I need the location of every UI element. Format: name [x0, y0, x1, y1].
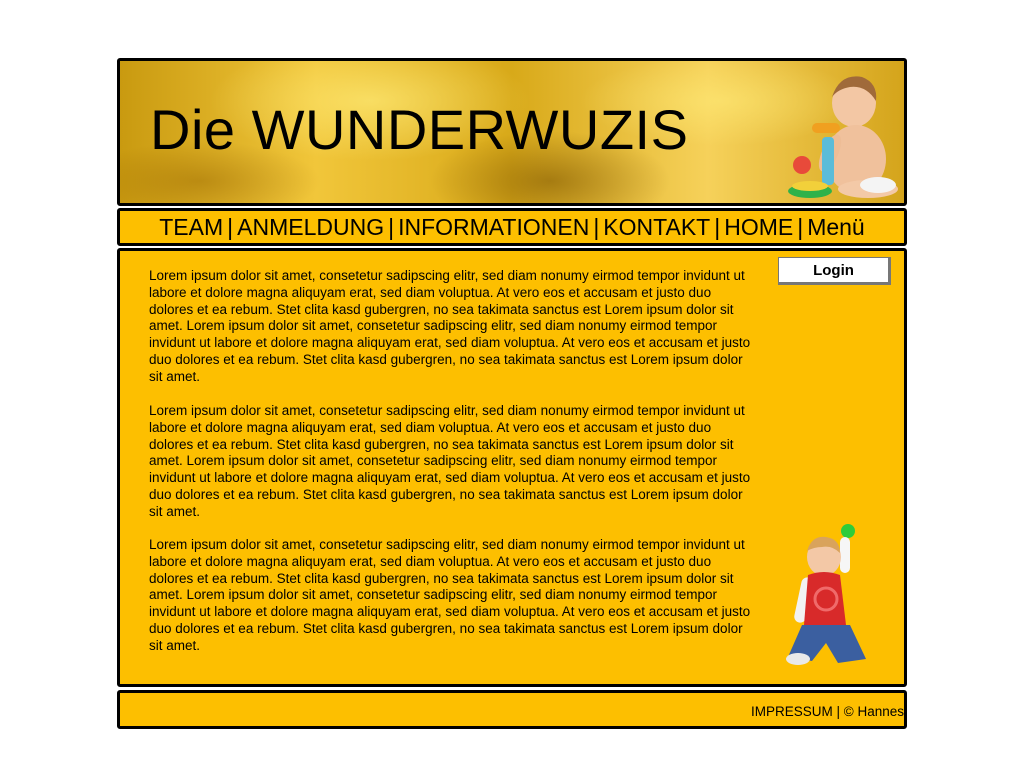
nav-separator: | — [797, 214, 804, 240]
content-paragraph: Lorem ipsum dolor sit amet, consetetur s… — [149, 537, 751, 653]
content-paragraph: Lorem ipsum dolor sit amet, consetetur s… — [149, 268, 751, 384]
site-title: Die WUNDERWUZIS — [150, 98, 689, 161]
nav-anmeldung-link[interactable]: ANMELDUNG — [237, 214, 384, 240]
nav-menu-link[interactable]: Menü — [807, 214, 865, 240]
footer: IMPRESSUM | © Hannes — [117, 690, 907, 729]
nav-separator: | — [593, 214, 600, 240]
nav-separator: | — [227, 214, 234, 240]
login-button[interactable]: Login — [778, 257, 891, 285]
content-paragraph: Lorem ipsum dolor sit amet, consetetur s… — [149, 403, 751, 519]
header-banner: Die WUNDERWUZIS — [117, 58, 907, 206]
baby-photo — [788, 76, 898, 198]
nav-separator: | — [388, 214, 395, 240]
nav-informationen-link[interactable]: INFORMATIONEN — [398, 214, 589, 240]
toddler-photo — [786, 524, 866, 665]
nav-separator: | — [714, 214, 721, 240]
nav-home-link[interactable]: HOME — [724, 214, 793, 240]
nav-team-link[interactable]: TEAM — [159, 214, 223, 240]
main-navigation: TEAM | ANMELDUNG | INFORMATIONEN | KONTAKT | HOM… — [117, 208, 907, 246]
main-content: Lorem ipsum dolor sit amet, consetetur s… — [117, 248, 907, 687]
footer-impressum-copyright[interactable]: IMPRESSUM | © Hannes — [751, 704, 904, 719]
nav-kontakt-link[interactable]: KONTAKT — [603, 214, 710, 240]
